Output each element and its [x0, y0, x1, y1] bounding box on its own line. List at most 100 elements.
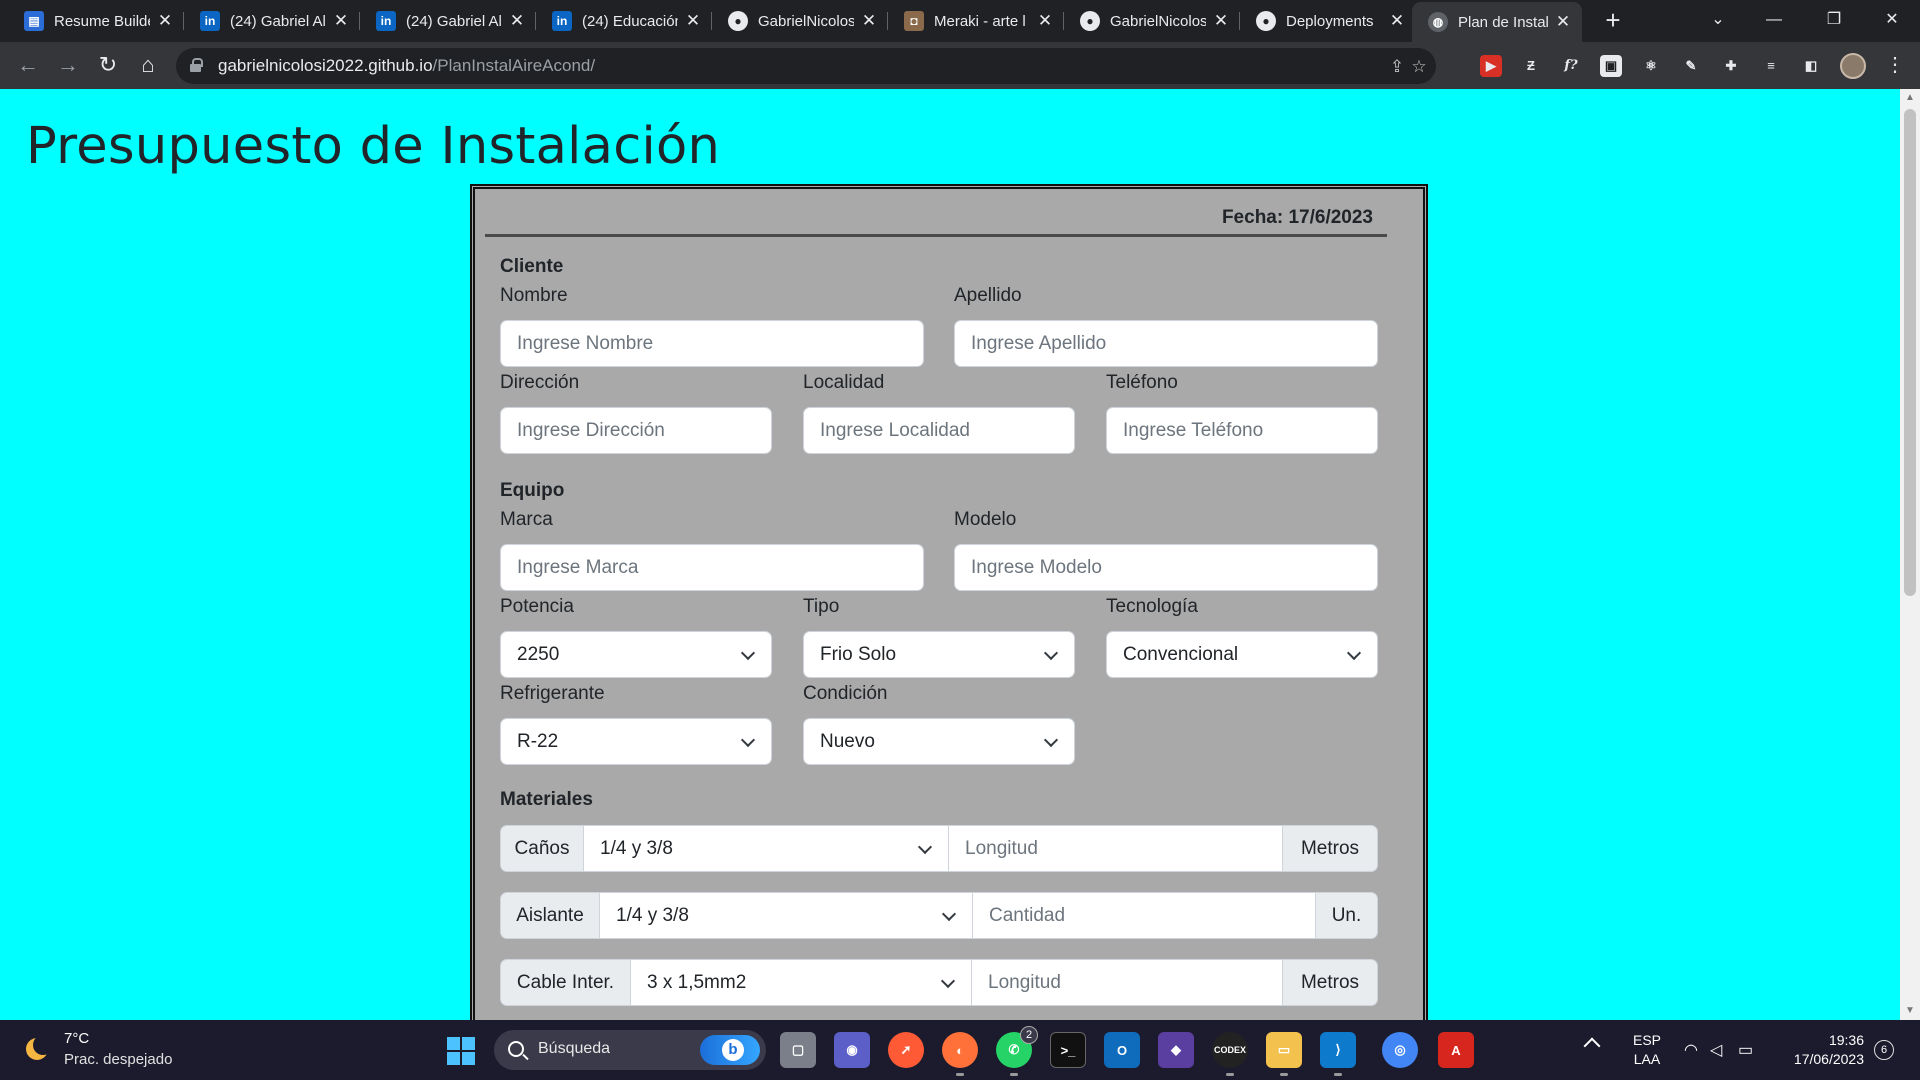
tab-plan-instalacion[interactable]: ◍ Plan de Instala ✕ — [1412, 2, 1582, 42]
chrome-icon[interactable]: ◎ — [1382, 1032, 1418, 1068]
firefox-icon[interactable]: ◐ — [942, 1032, 978, 1076]
windows-start-icon[interactable] — [447, 1037, 475, 1065]
tecnologia-select[interactable]: Convencional — [1106, 631, 1378, 678]
close-icon[interactable]: ✕ — [1212, 11, 1230, 31]
extension-red-icon[interactable]: ▶ — [1480, 55, 1502, 77]
url-text[interactable]: gabrielnicolosi2022.github.io/PlanInstal… — [218, 56, 595, 76]
outlook-icon[interactable]: O — [1104, 1032, 1140, 1068]
close-icon[interactable]: ✕ — [684, 11, 702, 31]
battery-icon[interactable]: ▭ — [1738, 1040, 1753, 1060]
weather-desc[interactable]: Prac. despejado — [64, 1051, 172, 1068]
close-icon[interactable]: ✕ — [508, 11, 526, 31]
vscode-icon[interactable]: ⟩ — [1320, 1032, 1356, 1076]
share-icon[interactable]: ⇪ — [1386, 56, 1408, 78]
materiales-row-canos: Caños 1/4 y 3/8 Longitud Metros — [500, 825, 1378, 872]
close-icon[interactable]: ✕ — [156, 11, 174, 31]
tab-meraki[interactable]: ◘ Meraki - arte l ✕ — [888, 4, 1064, 38]
bing-icon[interactable]: b — [700, 1035, 760, 1065]
direccion-input[interactable]: Ingrese Dirección — [500, 407, 772, 454]
wifi-icon[interactable]: ◠ — [1684, 1040, 1698, 1060]
localidad-input[interactable]: Ingrese Localidad — [803, 407, 1075, 454]
tab-linkedin-3[interactable]: in (24) Educación ✕ — [536, 4, 712, 38]
tab-linkedin-2[interactable]: in (24) Gabriel Al ✕ — [360, 4, 536, 38]
react-devtools-icon[interactable]: ⚛ — [1640, 55, 1662, 77]
aislante-select[interactable]: 1/4 y 3/8 — [599, 892, 973, 939]
nombre-input[interactable]: Ingrese Nombre — [500, 320, 924, 367]
volume-icon[interactable]: ◁ — [1710, 1040, 1722, 1060]
scroll-down-arrow-icon[interactable]: ▼ — [1900, 1002, 1920, 1020]
teams-chat-icon[interactable]: ◉ — [834, 1032, 870, 1068]
forward-icon[interactable]: → — [54, 51, 82, 79]
close-icon[interactable]: ✕ — [1554, 12, 1572, 32]
telefono-input[interactable]: Ingrese Teléfono — [1106, 407, 1378, 454]
linkedin-icon: in — [200, 11, 220, 31]
github-icon: ● — [1080, 11, 1100, 31]
tab-search-icon[interactable]: ⌄ — [1688, 4, 1748, 36]
close-icon[interactable]: ✕ — [1388, 11, 1406, 31]
lock-icon[interactable] — [190, 58, 203, 72]
tray-overflow-chevron-icon[interactable] — [1583, 1037, 1601, 1055]
bookmark-star-icon[interactable]: ☆ — [1408, 56, 1430, 78]
task-view-icon[interactable]: ▢ — [780, 1032, 816, 1068]
search-icon — [508, 1041, 524, 1057]
profile-avatar[interactable] — [1840, 53, 1866, 79]
git-kraken-icon[interactable]: ◆ — [1158, 1032, 1194, 1068]
marca-input[interactable]: Ingrese Marca — [500, 544, 924, 591]
extension-image-icon[interactable]: ▣ — [1600, 55, 1622, 77]
modelo-input[interactable]: Ingrese Modelo — [954, 544, 1378, 591]
close-icon[interactable]: ✕ — [860, 11, 878, 31]
close-icon[interactable]: ✕ — [1036, 11, 1054, 31]
scroll-thumb[interactable] — [1904, 109, 1916, 596]
refrigerante-select[interactable]: R-22 — [500, 718, 772, 765]
back-icon[interactable]: ← — [14, 51, 42, 79]
extension-formula-icon[interactable]: f? — [1560, 55, 1582, 77]
media-queue-icon[interactable]: ≡ — [1760, 55, 1782, 77]
tab-deployments[interactable]: ● Deployments ✕ — [1240, 4, 1416, 38]
page-viewport: Presupuesto de Instalación Fecha: 17/6/2… — [0, 89, 1900, 1020]
taskbar-search[interactable]: Búsqueda b — [494, 1030, 766, 1070]
whatsapp-icon[interactable]: ✆ 2 — [996, 1026, 1038, 1076]
canos-select[interactable]: 1/4 y 3/8 — [583, 825, 949, 872]
scroll-up-arrow-icon[interactable]: ▲ — [1900, 89, 1920, 107]
close-icon[interactable]: ✕ — [332, 11, 350, 31]
tab-github-1[interactable]: ● GabrielNicolos ✕ — [712, 4, 888, 38]
home-icon[interactable]: ⌂ — [134, 51, 162, 79]
aislante-cantidad-input[interactable]: Cantidad — [972, 892, 1316, 939]
acrobat-icon[interactable]: A — [1438, 1032, 1474, 1068]
address-bar[interactable]: gabrielnicolosi2022.github.io/PlanInstal… — [176, 48, 1436, 84]
close-window-button[interactable]: ✕ — [1862, 4, 1920, 36]
language-indicator[interactable]: ESP LAA — [1633, 1031, 1661, 1069]
terminal-icon[interactable]: >_ — [1050, 1032, 1086, 1068]
extension-pen-icon[interactable]: ✎ — [1680, 55, 1702, 77]
tab-github-2[interactable]: ● GabrielNicolos ✕ — [1064, 4, 1240, 38]
restore-button[interactable]: ❐ — [1804, 4, 1864, 36]
extension-z-icon[interactable]: Ƶ — [1520, 55, 1542, 77]
tab-resume-builder[interactable]: ▤ Resume Builde ✕ — [8, 4, 184, 38]
codex-app-icon[interactable]: CODEX — [1212, 1032, 1248, 1076]
cable-select[interactable]: 3 x 1,5mm2 — [630, 959, 972, 1006]
tab-linkedin-1[interactable]: in (24) Gabriel Al ✕ — [184, 4, 360, 38]
notifications-badge[interactable]: 6 — [1874, 1040, 1894, 1060]
extensions-puzzle-icon[interactable]: ✚ — [1720, 55, 1742, 77]
weather-moon-icon[interactable] — [24, 1034, 54, 1064]
menu-kebab-icon[interactable]: ⋮ — [1885, 52, 1905, 78]
reload-icon[interactable]: ↻ — [94, 51, 122, 79]
linkedin-icon: in — [552, 11, 572, 31]
tipo-select[interactable]: Frio Solo — [803, 631, 1075, 678]
page-scrollbar[interactable]: ▲ ▼ — [1900, 89, 1920, 1020]
apellido-input[interactable]: Ingrese Apellido — [954, 320, 1378, 367]
page-title: Presupuesto de Instalación — [26, 117, 721, 176]
tecnologia-label: Tecnología — [1106, 596, 1198, 617]
condicion-select[interactable]: Nuevo — [803, 718, 1075, 765]
postman-icon[interactable]: ➚ — [888, 1032, 924, 1068]
clock[interactable]: 19:36 17/06/2023 — [1774, 1031, 1864, 1069]
minimize-button[interactable]: — — [1744, 4, 1804, 36]
weather-temp[interactable]: 7°C — [64, 1030, 89, 1047]
file-explorer-icon[interactable]: ▭ — [1266, 1032, 1302, 1076]
potencia-select[interactable]: 2250 — [500, 631, 772, 678]
cable-longitud-input[interactable]: Longitud — [971, 959, 1283, 1006]
chevron-down-icon — [917, 839, 933, 855]
side-panel-icon[interactable]: ◧ — [1800, 55, 1822, 77]
canos-longitud-input[interactable]: Longitud — [948, 825, 1283, 872]
new-tab-button[interactable]: + — [1598, 6, 1628, 36]
